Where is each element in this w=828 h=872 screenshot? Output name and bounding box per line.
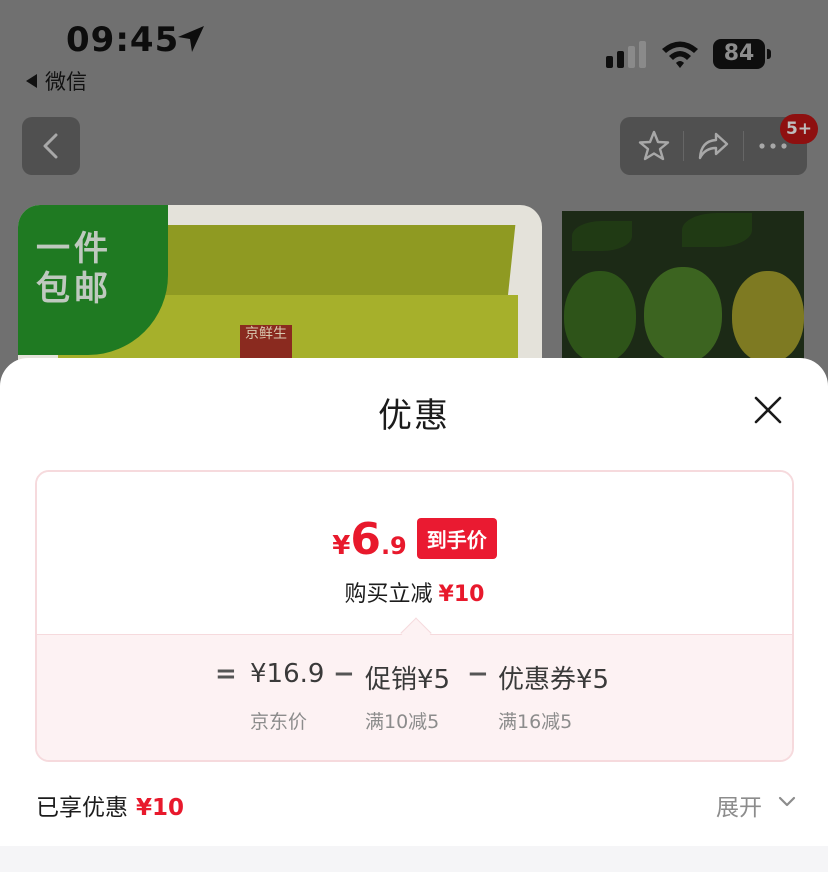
nav-divider <box>743 131 744 161</box>
brand-label: 京鲜生 <box>240 325 292 361</box>
status-time: 09:45 <box>66 20 180 60</box>
nav-divider <box>683 131 684 161</box>
sheet-title: 优惠 <box>378 396 450 436</box>
leaf-shape <box>682 213 752 247</box>
enjoyed-label: 已享优惠 <box>36 795 128 821</box>
base-price: ¥16.9 <box>250 659 325 689</box>
back-to-app-link[interactable]: 微信 <box>26 66 87 96</box>
sheet-footer <box>0 846 828 872</box>
battery-nub <box>767 49 771 59</box>
lemon-shape <box>732 271 804 363</box>
final-price: ¥6.9 <box>332 514 407 565</box>
base-price-label: 京东价 <box>250 711 308 733</box>
price-currency: ¥ <box>332 531 351 561</box>
back-app-label: 微信 <box>45 70 87 94</box>
chevron-left-icon <box>43 133 58 159</box>
minus-sign: − <box>467 659 489 689</box>
minus-sign: − <box>333 659 355 689</box>
price-tag: 到手价 <box>416 518 497 559</box>
nav-actions-group <box>620 117 807 175</box>
price-breakdown: = ¥16.9 − 促销¥5 − 优惠券¥5 京东价 满10减5 满16减5 <box>37 634 792 760</box>
reduce-label: 购买立减 <box>344 582 433 607</box>
lemon-shape <box>644 267 722 363</box>
battery-level: 84 <box>713 39 765 69</box>
final-price-section: ¥6.9 到手价 购买立减 ¥10 <box>37 472 792 634</box>
enjoyed-discount-row: 已享优惠 ¥10 <box>36 788 184 822</box>
price-decimal: .9 <box>380 532 407 560</box>
reduce-row: 购买立减 ¥10 <box>37 576 792 608</box>
expand-label: 展开 <box>716 795 762 821</box>
close-icon[interactable] <box>748 390 788 430</box>
coupon-condition: 满16减5 <box>498 711 573 733</box>
location-arrow-icon <box>178 26 204 52</box>
final-price-row: ¥6.9 到手价 <box>37 514 792 570</box>
price-integer: 6 <box>350 514 381 565</box>
leaf-shape <box>572 221 632 251</box>
cellular-signal-icon <box>606 41 646 68</box>
promo-condition: 满10减5 <box>365 711 440 733</box>
battery-indicator: 84 <box>713 39 771 69</box>
status-bar: 09:45 微信 84 <box>0 0 828 100</box>
coupon-discount: 优惠券¥5 <box>498 665 610 695</box>
discount-card: ¥6.9 到手价 购买立减 ¥10 = ¥16.9 − 促销¥5 − 优惠券¥5 京… <box>35 470 794 762</box>
discount-sheet: 优惠 ¥6.9 到手价 购买立减 ¥10 = ¥16.9 − 促销¥5 − 优惠券¥… <box>0 358 828 872</box>
chevron-down-icon <box>778 796 796 807</box>
enjoyed-amount: ¥10 <box>136 795 185 821</box>
cart-badge: 5+ <box>780 114 818 144</box>
star-icon[interactable] <box>637 129 671 163</box>
share-icon[interactable] <box>696 129 730 163</box>
lemon-shape <box>564 271 636 363</box>
back-triangle-icon <box>26 74 37 88</box>
equals-sign: = <box>215 659 237 689</box>
promo-discount: 促销¥5 <box>365 665 451 695</box>
wifi-icon <box>662 41 698 68</box>
expand-button[interactable]: 展开 <box>716 788 796 822</box>
nav-back-button[interactable] <box>22 117 80 175</box>
ribbon-line2: 包邮 <box>36 269 112 309</box>
reduce-amount: ¥10 <box>438 582 485 607</box>
